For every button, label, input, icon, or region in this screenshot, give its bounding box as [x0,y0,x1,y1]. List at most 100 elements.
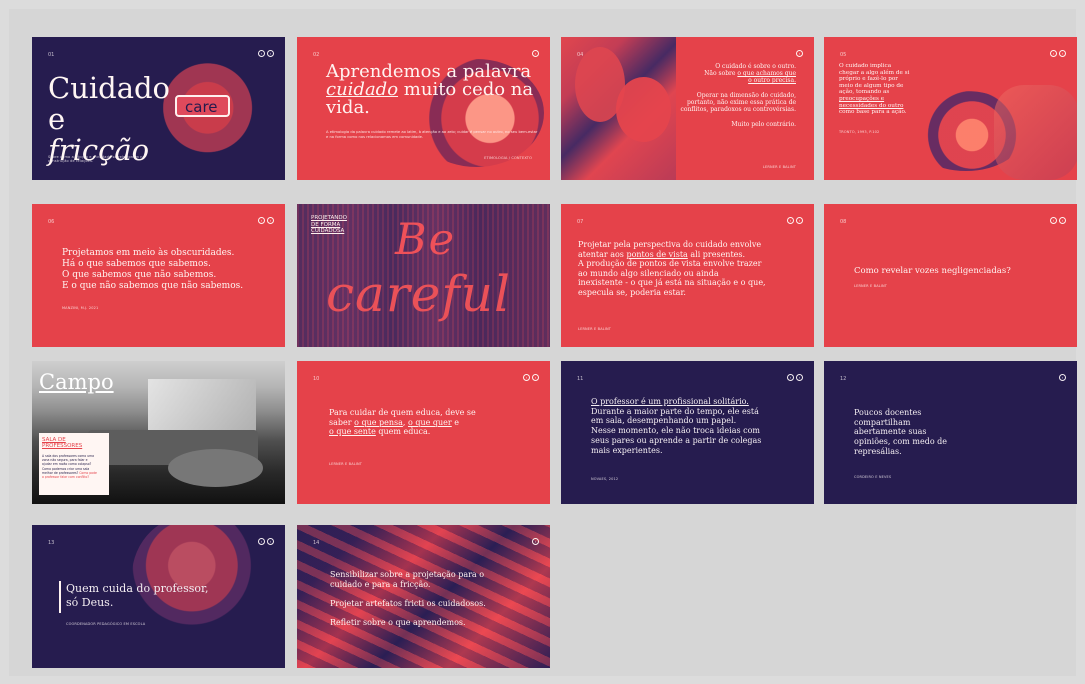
next-icon[interactable]: › [267,217,274,224]
line-2-prefix: saber [329,417,352,427]
slide-text: Para cuidar de quem educa, deve se saber… [329,408,529,437]
next-icon[interactable]: › [796,374,803,381]
next-icon[interactable]: › [796,217,803,224]
slide-09[interactable]: Campo SALA DE PROFESSORES A sala dos pro… [32,361,285,504]
line-2: compartilham [854,417,911,427]
line-3-suffix: quem educa. [378,427,431,436]
slide-nav: › [796,50,803,57]
slide-number: 04 [577,52,584,58]
line-1: Poucos docentes [854,408,922,417]
next-icon[interactable]: › [1059,217,1066,224]
slide-nav: ‹ › [258,217,274,224]
next-icon[interactable]: › [267,538,274,545]
next-icon[interactable]: › [1059,50,1066,57]
neon-word-careful: careful [326,265,512,323]
previous-icon[interactable]: ‹ [787,374,794,381]
slide-label: PROJETANDO DE FORMA CUIDADOSA [311,215,347,235]
link-think[interactable]: o que pensa [354,418,403,427]
slide-text: Projetamos em meio às obscuridades. Há o… [62,248,272,292]
slide-number: 13 [48,540,55,546]
line-2-suffix: ali presentes. [690,249,746,259]
next-icon[interactable]: › [532,50,539,57]
slide-01[interactable]: 01 ‹ › care Cuidado e fricção Sobre como… [32,37,285,180]
slide-10[interactable]: 10 ‹ › Para cuidar de quem educa, deve s… [297,361,550,504]
line-1: Para cuidar de quem educa, deve se [329,408,476,417]
line-5: represálias. [854,446,902,456]
slide-number: 08 [840,219,847,225]
slide-02[interactable]: 02 › Aprendemos a palavra cuidado muito … [297,37,550,180]
presentation-overview: 01 ‹ › care Cuidado e fricção Sobre como… [0,0,1085,684]
slide-footer: Sobre como a fricção e o cuidado se rela… [48,155,145,163]
line-2: atentar aos pontos de vista ali presente… [578,250,804,260]
line-2-link[interactable]: o que achamos que [737,70,796,77]
slide-nav: › [532,50,539,57]
slide-text: Poucos docentes compartilham abertamente… [854,408,1004,457]
line-2: Não sobre o que achamos que [680,70,796,77]
slide-06[interactable]: PROJETANDO DE FORMA CUIDADOSA Be careful [297,204,550,347]
slide-nav: ‹ › [258,50,274,57]
line-4: Refletir sobre o que aprendemos. [330,618,466,627]
slide-number: 12 [840,376,847,382]
line-4: Nesse momento, ele não troca ideias com [591,426,760,436]
paragraph-2: Operar na dimensão do cuidado, portanto,… [680,92,796,113]
line-4: E o que não sabemos que não sabemos. [62,281,244,291]
previous-icon[interactable]: ‹ [258,50,265,57]
line-1: Projetamos em meio às obscuridades. [62,248,235,258]
neon-word-be: Be [395,215,457,265]
line-1-link[interactable]: O professor é um profissional solitário. [591,397,796,407]
line-2: cuidado e para a fricção. [330,580,431,589]
slide-12[interactable]: 12 › Poucos docentes compartilham aberta… [824,361,1077,504]
title-line-rest: muito cedo na [403,79,534,100]
care-card-text: care [185,98,218,116]
line-6-link[interactable]: preocupações e [839,96,954,103]
line-1: O cuidado é sobre o outro. [715,63,796,70]
slide-08[interactable]: 08 ‹ › Como revelar vozes negligenciadas… [824,204,1077,347]
slide-nav: ‹ › [787,217,803,224]
slide-11[interactable]: 11 ‹ › O professor é um profissional sol… [561,361,814,504]
line-3: em sala, desempenhando um papel. [591,416,737,426]
slide-number: 07 [577,219,584,225]
line-3: próprio e fazê-lo por [839,76,898,83]
next-icon[interactable]: › [532,374,539,381]
title-line-1: Cuidado e [48,71,171,136]
slide-number: 14 [313,540,320,546]
next-icon[interactable]: › [267,50,274,57]
window-panel [148,379,256,435]
line-2-link[interactable]: pontos de vista [626,250,687,259]
slide-meta: ETIMOLOGIA / CONTEXTO [484,156,532,160]
card-title: SALA DE PROFESSORES [42,437,106,449]
slide-07[interactable]: 07 ‹ › Projetar pela perspectiva do cuid… [561,204,814,347]
previous-icon[interactable]: ‹ [1050,217,1057,224]
hand-illustration [994,85,1077,180]
label-line-1[interactable]: PROJETANDO [311,215,347,222]
slide-03[interactable]: 04 › O cuidado é sobre o outro. Não sobr… [561,37,814,180]
slide-text: Sensibilizar sobre a projetação para o c… [330,570,535,628]
label-line-3[interactable]: CUIDADOSA [311,228,347,235]
slide-14[interactable]: 14 › Sensibilizar sobre a projetação par… [297,525,550,668]
quote-line-2: só Deus. [66,596,114,609]
next-icon[interactable]: › [532,538,539,545]
slide-05[interactable]: 06 ‹ › Projetamos em meio às obscuridade… [32,204,285,347]
slide-nav: ‹ › [1050,217,1066,224]
slide-13[interactable]: 13 ‹ › Quem cuida do professor, só Deus.… [32,525,285,668]
next-icon[interactable]: › [796,50,803,57]
line-1: Sensibilizar sobre a projetação para o [330,570,485,579]
link-feel[interactable]: o que sente [329,427,376,436]
slide-04[interactable]: 05 ‹ › O cuidado implica chegar a algo a… [824,37,1077,180]
next-icon[interactable]: › [1059,374,1066,381]
slide-meta: NOVAES, 2012 [591,477,619,481]
previous-icon[interactable]: ‹ [787,217,794,224]
previous-icon[interactable]: ‹ [1050,50,1057,57]
line-3: o que sente quem educa. [329,427,529,437]
card-text-6: o professor falar com conflito? [42,475,89,480]
slide-nav: › [1059,374,1066,381]
line-3-link[interactable]: o outro precisa. [680,77,796,84]
previous-icon[interactable]: ‹ [523,374,530,381]
previous-icon[interactable]: ‹ [258,538,265,545]
slide-number: 05 [840,52,847,58]
slide-text: Projetar pela perspectiva do cuidado env… [578,240,804,297]
link-want[interactable]: o que quer [408,418,452,427]
slide-meta: TRONTO, 1993, p.102 [839,130,880,134]
slide-number: 01 [48,52,55,58]
previous-icon[interactable]: ‹ [258,217,265,224]
